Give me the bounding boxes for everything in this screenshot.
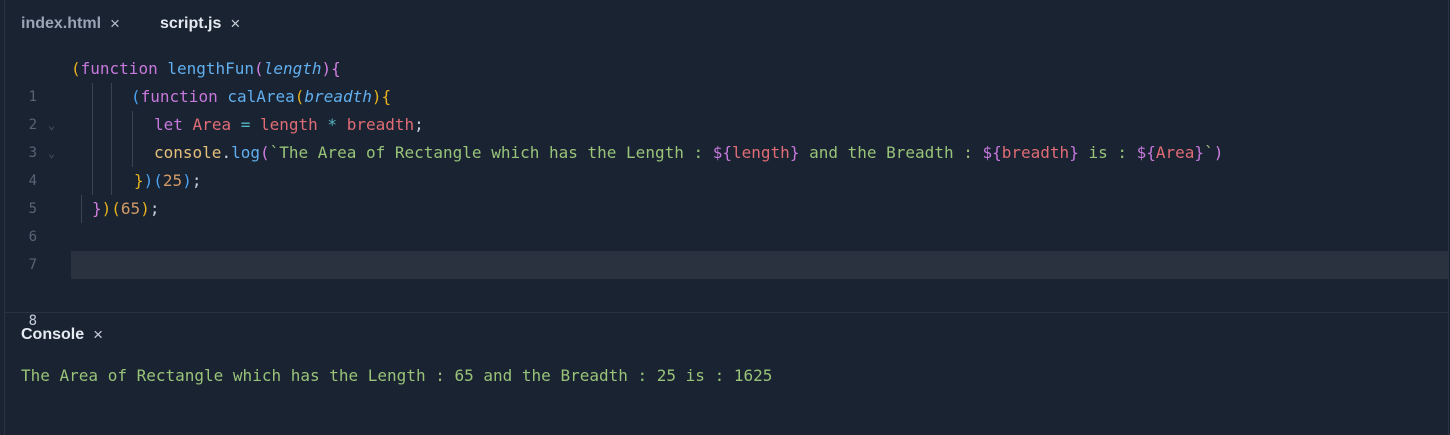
number: 25 <box>162 171 183 190</box>
template-var: breadth <box>1001 143 1070 162</box>
close-icon[interactable]: × <box>93 325 103 345</box>
template-open: ${ <box>712 143 733 162</box>
identifier: length <box>259 115 318 134</box>
current-line-highlight <box>71 251 1448 279</box>
close-icon[interactable]: × <box>110 14 120 34</box>
variable: Area <box>192 115 232 134</box>
identifier: breadth <box>346 115 415 134</box>
code-text: console.log(`The Area of Rectangle which… <box>154 139 1223 167</box>
operator: * <box>317 115 347 134</box>
template-close: } <box>1069 143 1079 162</box>
brace: { <box>381 87 392 106</box>
template-var: length <box>732 143 790 162</box>
operator: = <box>231 115 260 134</box>
code-line-4[interactable]: 4 console.log(`The Area of Rectangle whi… <box>5 139 1448 189</box>
paren: ) <box>1213 143 1224 162</box>
paren: ) <box>371 87 382 106</box>
brace: } <box>134 171 144 190</box>
keyword: function <box>80 59 158 78</box>
backtick: ` <box>269 143 280 162</box>
console-output: The Area of Rectangle which has the Leng… <box>21 366 773 385</box>
tab-label: index.html <box>21 15 102 32</box>
template-open: ${ <box>982 143 1002 162</box>
string: and the Breadth : <box>799 143 983 162</box>
code-text: })(25); <box>134 167 201 195</box>
indent-guide <box>132 111 133 139</box>
parameter: length <box>263 59 322 78</box>
tab-script-js[interactable]: script.js × <box>160 13 240 35</box>
function-name: calArea <box>227 87 295 106</box>
object: console <box>154 143 222 162</box>
indent-guide <box>111 111 112 139</box>
keyword: function <box>140 87 218 106</box>
semicolon: ; <box>149 199 160 218</box>
keyword: let <box>154 115 183 134</box>
number: 65 <box>120 199 141 218</box>
brace: { <box>331 59 341 78</box>
code-line-5[interactable]: 5 })(25); <box>5 167 1448 217</box>
code-editor[interactable]: 1 ⌄ (function lengthFun(length){ 2 ⌄ (fu… <box>5 55 1448 329</box>
method: log <box>231 143 260 162</box>
paren: ( <box>111 199 121 218</box>
paren: ) <box>143 171 154 190</box>
brace: } <box>92 199 102 218</box>
code-line-7[interactable]: 7 <box>5 223 1448 273</box>
paren: ) <box>140 199 150 218</box>
code-text: (function lengthFun(length){ <box>71 55 341 83</box>
template-open: ${ <box>1136 143 1156 162</box>
paren: ) <box>321 59 332 78</box>
code-text: })(65); <box>92 195 159 223</box>
indent-guide <box>81 195 82 223</box>
code-line-2[interactable]: 2 ⌄ (function calArea(breadth){ <box>5 83 1448 160</box>
paren: ( <box>254 59 264 78</box>
tab-label: Console <box>21 326 85 343</box>
paren: ( <box>294 87 305 106</box>
code-line-6[interactable]: 6 })(65); <box>5 195 1448 245</box>
function-name: lengthFun <box>167 59 255 78</box>
indent-guide <box>92 167 93 195</box>
close-icon[interactable]: × <box>230 14 240 34</box>
paren: ( <box>131 87 141 106</box>
code-line-3[interactable]: 3 let Area = length * breadth; <box>5 111 1448 161</box>
tab-index-html[interactable]: index.html × <box>21 13 120 35</box>
indent-guide <box>132 139 133 167</box>
tab-label: script.js <box>160 15 222 32</box>
parameter: breadth <box>304 87 372 106</box>
indent-guide <box>92 111 93 139</box>
semicolon: ; <box>414 115 424 134</box>
semicolon: ; <box>191 171 202 190</box>
tab-console[interactable]: Console × <box>21 324 103 346</box>
paren: ( <box>153 171 163 190</box>
editor-window: index.html × script.js × 1 ⌄ (function l… <box>4 0 1449 435</box>
indent-guide <box>111 83 112 111</box>
string: is : <box>1078 143 1137 162</box>
dot: . <box>221 143 232 162</box>
panel-divider[interactable] <box>5 312 1448 313</box>
indent-guide <box>92 83 93 111</box>
paren: ( <box>259 143 270 162</box>
paren: ) <box>101 199 112 218</box>
template-close: } <box>1194 143 1205 162</box>
string: The Area of Rectangle which has the Leng… <box>279 143 713 162</box>
indent-guide <box>111 139 112 167</box>
code-text: (function calArea(breadth){ <box>131 83 391 111</box>
template-var: Area <box>1155 143 1195 162</box>
backtick: ` <box>1204 143 1214 162</box>
tab-bar: index.html × script.js × <box>5 0 1448 46</box>
paren: ) <box>182 171 192 190</box>
code-line-1[interactable]: 1 ⌄ (function lengthFun(length){ <box>5 55 1448 132</box>
indent-guide <box>111 167 112 195</box>
code-line-8[interactable]: 8 <box>5 251 1448 329</box>
template-close: } <box>789 143 800 162</box>
paren: ( <box>71 59 81 78</box>
code-text: let Area = length * breadth; <box>154 111 424 139</box>
indent-guide <box>92 139 93 167</box>
